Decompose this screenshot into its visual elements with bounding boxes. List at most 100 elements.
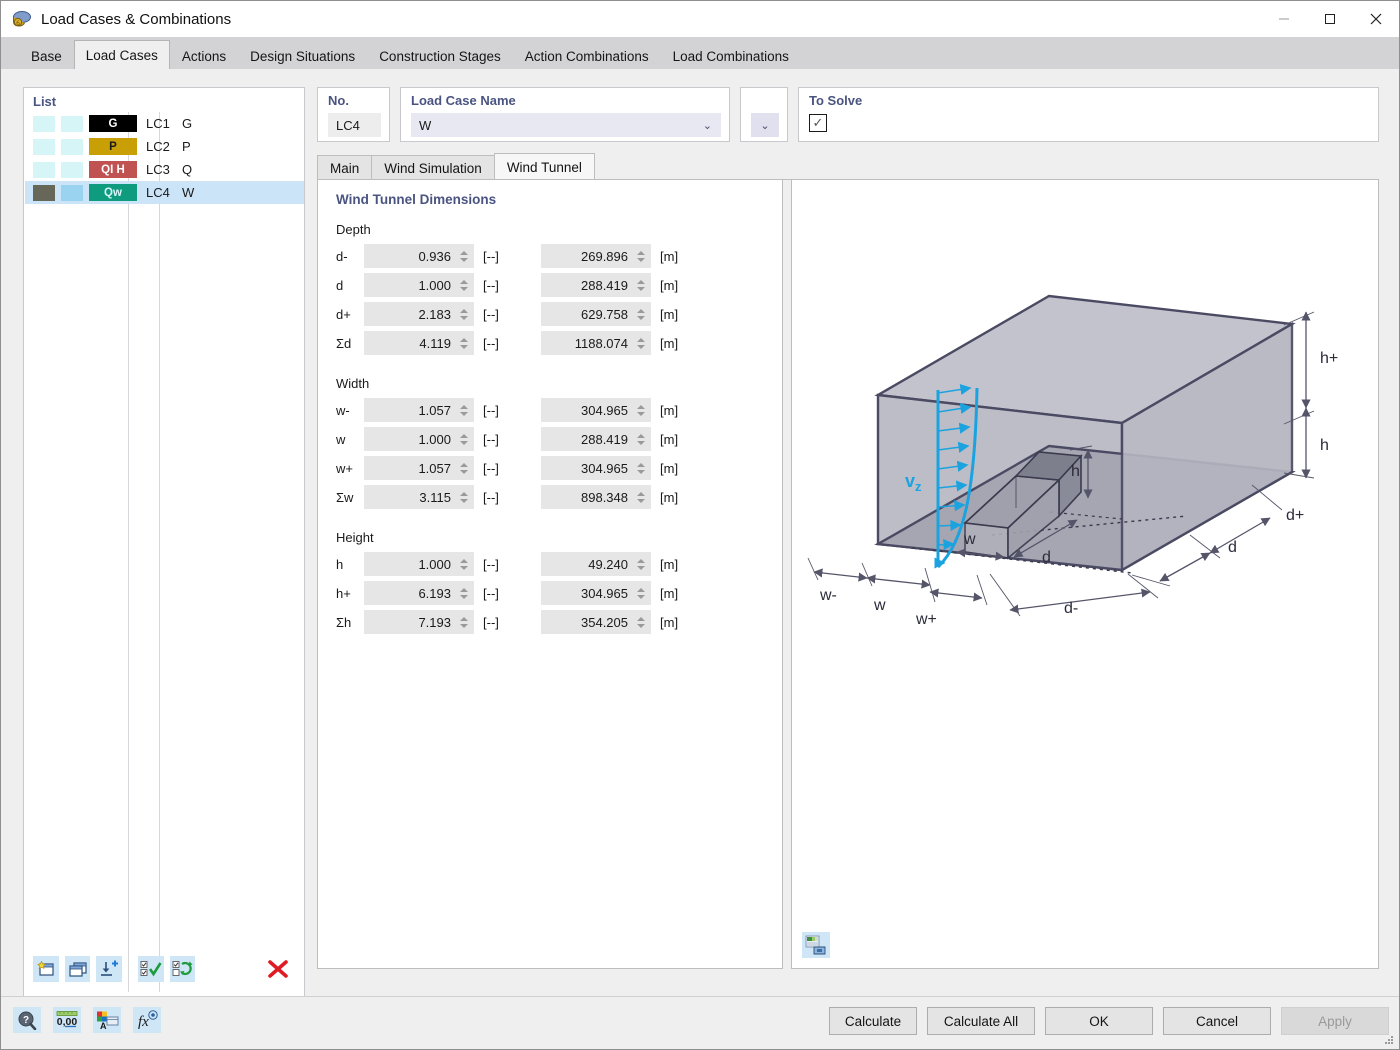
value-input-sum-h[interactable]: 354.205 [541, 610, 651, 634]
tab-load-cases[interactable]: Load Cases [73, 40, 170, 69]
svg-text:?: ? [23, 1015, 29, 1026]
close-button[interactable] [1353, 1, 1399, 37]
tab-wind-simulation[interactable]: Wind Simulation [371, 155, 495, 180]
symbol-sum-w: Σw [336, 489, 354, 505]
ok-button[interactable]: OK [1045, 1007, 1153, 1035]
label-d-plus: d+ [1286, 507, 1304, 524]
wind-tunnel-diagram: vz h+ h h d d+ d- d w- w w+ w [807, 294, 1338, 628]
maximize-button[interactable] [1307, 1, 1353, 37]
spinner-icon[interactable] [634, 552, 648, 576]
table-row[interactable]: QI H LC3 Q [25, 158, 304, 181]
spinner-icon[interactable] [457, 610, 471, 634]
extra-combo[interactable]: ⌄ [751, 113, 779, 137]
ratio-input-sum-h[interactable]: 7.193 [364, 610, 474, 634]
spinner-icon[interactable] [457, 581, 471, 605]
spinner-icon[interactable] [457, 398, 471, 422]
ratio-input-d[interactable]: 1.000 [364, 273, 474, 297]
spinner-icon[interactable] [634, 302, 648, 326]
formula-button[interactable]: fx [133, 1007, 161, 1033]
spinner-icon[interactable] [634, 581, 648, 605]
value-input-h[interactable]: 49.240 [541, 552, 651, 576]
spinner-icon[interactable] [634, 331, 648, 355]
ratio-input-h[interactable]: 1.000 [364, 552, 474, 576]
spinner-icon[interactable] [634, 398, 648, 422]
load-case-no: LC4 [146, 185, 170, 200]
label-h: h [1320, 437, 1329, 454]
image-export-button[interactable] [802, 932, 830, 958]
help-button[interactable]: ? [13, 1007, 41, 1033]
ratio-input-sum-w[interactable]: 3.115 [364, 485, 474, 509]
symbol-w: w [336, 431, 346, 447]
load-case-name-group: Load Case Name W ⌄ [400, 87, 730, 142]
detail-tab-bar: Main Wind Simulation Wind Tunnel [317, 153, 1379, 180]
resize-grip-icon[interactable] [1383, 1034, 1395, 1046]
tab-main[interactable]: Main [317, 155, 373, 180]
spinner-icon[interactable] [457, 456, 471, 480]
display-properties-button[interactable]: A [93, 1007, 121, 1033]
label-w: w [873, 597, 886, 614]
value-unit: [m] [660, 248, 679, 264]
value-input-d-plus[interactable]: 629.758 [541, 302, 651, 326]
tab-action-combinations[interactable]: Action Combinations [512, 42, 661, 69]
value-input-w-plus[interactable]: 304.965 [541, 456, 651, 480]
load-case-no: LC2 [146, 139, 170, 154]
row-d-plus: d+ 2.183 [--] 629.758 [m] [336, 302, 690, 326]
value-input-h-plus[interactable]: 304.965 [541, 581, 651, 605]
spinner-icon[interactable] [457, 244, 471, 268]
to-solve-checkbox[interactable]: ✓ [809, 114, 827, 132]
tab-actions[interactable]: Actions [169, 42, 239, 69]
ratio-input-w-plus[interactable]: 1.057 [364, 456, 474, 480]
spinner-icon[interactable] [457, 552, 471, 576]
spinner-icon[interactable] [634, 456, 648, 480]
tab-load-combinations[interactable]: Load Combinations [660, 42, 801, 69]
load-case-name-combo[interactable]: W ⌄ [411, 113, 721, 137]
spinner-icon[interactable] [634, 485, 648, 509]
value-unit: [m] [660, 277, 679, 293]
spinner-icon[interactable] [634, 427, 648, 451]
ratio-input-d-plus[interactable]: 2.183 [364, 302, 474, 326]
invert-selection-button[interactable] [169, 956, 196, 982]
spinner-icon[interactable] [457, 427, 471, 451]
value-input-d[interactable]: 288.419 [541, 273, 651, 297]
select-all-button[interactable] [138, 956, 164, 982]
tab-design-situations[interactable]: Design Situations [238, 42, 368, 69]
copy-load-case-button[interactable] [64, 956, 91, 982]
value-unit: [m] [660, 489, 679, 505]
tab-wind-tunnel[interactable]: Wind Tunnel [493, 153, 595, 180]
table-row[interactable]: P LC2 P [25, 135, 304, 158]
cancel-button[interactable]: Cancel [1163, 1007, 1271, 1035]
decimal-places-button[interactable]: 0,00 [53, 1007, 81, 1033]
spinner-icon[interactable] [457, 331, 471, 355]
ratio-input-h-plus[interactable]: 6.193 [364, 581, 474, 605]
row-w: w 1.000 [--] 288.419 [m] [336, 427, 690, 451]
list-toolbar [33, 955, 297, 983]
spinner-icon[interactable] [634, 610, 648, 634]
spinner-icon[interactable] [634, 244, 648, 268]
spinner-icon[interactable] [457, 302, 471, 326]
ratio-input-w-minus[interactable]: 1.057 [364, 398, 474, 422]
no-label: No. [328, 93, 349, 108]
ratio-input-sum-d[interactable]: 4.119 [364, 331, 474, 355]
value-input-sum-d[interactable]: 1188.074 [541, 331, 651, 355]
calculate-button[interactable]: Calculate [829, 1007, 917, 1035]
ratio-input-d-minus[interactable]: 0.936 [364, 244, 474, 268]
minimize-button[interactable] [1261, 1, 1307, 37]
value-input-d-minus[interactable]: 269.896 [541, 244, 651, 268]
spinner-icon[interactable] [634, 273, 648, 297]
table-row[interactable]: G LC1 G [25, 112, 304, 135]
value-input-w[interactable]: 288.419 [541, 427, 651, 451]
tab-construction-stages[interactable]: Construction Stages [367, 42, 513, 69]
delete-load-case-button[interactable] [265, 956, 291, 982]
tab-base[interactable]: Base [19, 42, 74, 69]
value-input-w-minus[interactable]: 304.965 [541, 398, 651, 422]
spinner-icon[interactable] [457, 273, 471, 297]
value-input-sum-w[interactable]: 898.348 [541, 485, 651, 509]
ratio-input-w[interactable]: 1.000 [364, 427, 474, 451]
calculate-all-button[interactable]: Calculate All [927, 1007, 1035, 1035]
table-row-selected[interactable]: Qw LC4 W [25, 181, 304, 204]
title-bar: 6 Load Cases & Combinations [1, 1, 1399, 37]
spinner-icon[interactable] [457, 485, 471, 509]
insert-load-case-button[interactable] [96, 956, 123, 982]
value-number: 304.965 [581, 585, 628, 601]
new-load-case-button[interactable] [33, 956, 59, 982]
